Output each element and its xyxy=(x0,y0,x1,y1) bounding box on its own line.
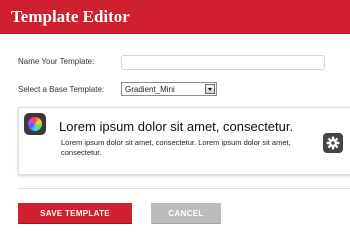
base-template-label: Select a Base Template: xyxy=(18,85,105,94)
base-template-value: Gradient_Mini xyxy=(125,85,175,94)
settings-button[interactable] xyxy=(323,133,343,153)
color-wheel-icon xyxy=(24,113,46,135)
preview-body: Lorem ipsum dolor sit amet, consectetur.… xyxy=(61,138,291,157)
page-title: Template Editor xyxy=(11,7,130,26)
save-template-button[interactable]: SAVE TEMPLATE xyxy=(18,203,132,224)
template-name-input[interactable] xyxy=(121,55,325,70)
divider xyxy=(18,188,350,189)
cancel-button[interactable]: CANCEL xyxy=(151,203,221,224)
header-bar: Template Editor xyxy=(0,0,350,34)
chevron-down-icon[interactable] xyxy=(205,84,215,94)
preview-heading: Lorem ipsum dolor sit amet, consectetur. xyxy=(59,119,294,134)
gear-icon xyxy=(326,136,340,150)
base-template-select[interactable]: Gradient_Mini xyxy=(121,82,217,96)
template-name-label: Name Your Template: xyxy=(18,57,95,66)
